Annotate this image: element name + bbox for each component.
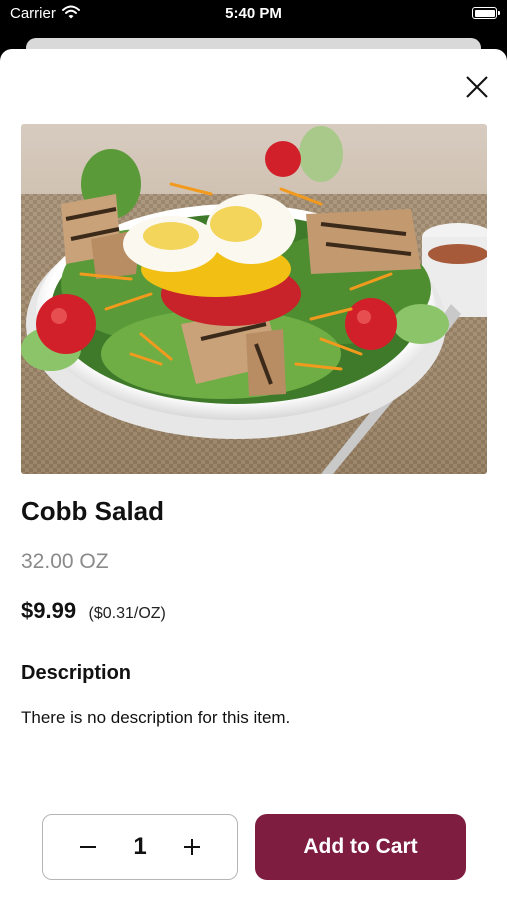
close-button[interactable] [462, 72, 492, 102]
minus-icon [80, 846, 96, 848]
status-bar: Carrier 5:40 PM [0, 0, 507, 28]
product-title: Cobb Salad [21, 496, 165, 526]
description-heading: Description [21, 662, 132, 684]
quantity-stepper: 1 [42, 814, 238, 880]
clock: 5:40 PM [225, 5, 282, 22]
battery-icon [472, 7, 500, 19]
product-image [21, 124, 487, 474]
unit-price: ($0.31/OZ) [88, 605, 166, 622]
decrease-quantity-button[interactable] [63, 815, 113, 879]
increase-quantity-button[interactable] [167, 815, 217, 879]
plus-icon [184, 839, 200, 855]
product-size: 32.00 OZ [21, 550, 109, 573]
price-row: $9.99 ($0.31/OZ) [21, 598, 166, 624]
product-price: $9.99 [21, 598, 77, 623]
description-text: There is no description for this item. [21, 708, 291, 727]
add-to-cart-button[interactable]: Add to Cart [255, 814, 466, 880]
close-icon [466, 76, 488, 98]
